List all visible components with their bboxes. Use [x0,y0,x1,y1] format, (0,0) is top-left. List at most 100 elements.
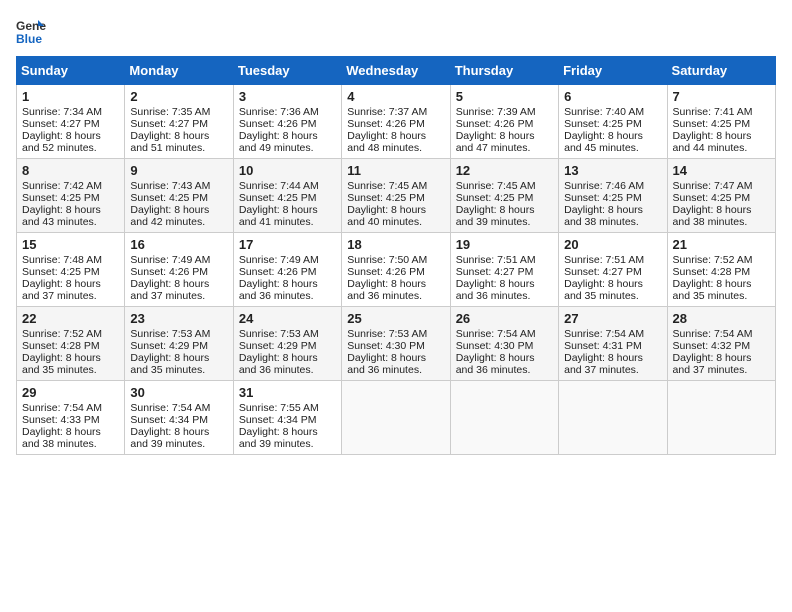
day-info-line: Daylight: 8 hours [22,204,119,216]
calendar-cell: 23Sunrise: 7:53 AMSunset: 4:29 PMDayligh… [125,307,233,381]
day-number: 26 [456,311,553,326]
day-info-line: Sunrise: 7:35 AM [130,106,227,118]
header-day-monday: Monday [125,57,233,85]
day-number: 23 [130,311,227,326]
day-number: 25 [347,311,444,326]
calendar-cell: 12Sunrise: 7:45 AMSunset: 4:25 PMDayligh… [450,159,558,233]
calendar-cell: 2Sunrise: 7:35 AMSunset: 4:27 PMDaylight… [125,85,233,159]
day-info-line: Sunset: 4:26 PM [347,118,444,130]
calendar-table: SundayMondayTuesdayWednesdayThursdayFrid… [16,56,776,455]
day-info-line: Sunrise: 7:49 AM [130,254,227,266]
day-number: 24 [239,311,336,326]
day-info-line: Daylight: 8 hours [130,426,227,438]
day-info-line: Sunrise: 7:46 AM [564,180,661,192]
day-info-line: Daylight: 8 hours [22,130,119,142]
day-info-line: Sunrise: 7:54 AM [22,402,119,414]
day-info-line: Sunset: 4:27 PM [22,118,119,130]
header-day-saturday: Saturday [667,57,775,85]
day-info-line: and 35 minutes. [673,290,770,302]
day-info-line: Sunset: 4:25 PM [673,118,770,130]
day-info-line: and 35 minutes. [130,364,227,376]
day-number: 1 [22,89,119,104]
day-info-line: Sunrise: 7:54 AM [456,328,553,340]
svg-text:Blue: Blue [16,32,42,46]
calendar-cell: 25Sunrise: 7:53 AMSunset: 4:30 PMDayligh… [342,307,450,381]
day-info-line: Sunset: 4:26 PM [239,118,336,130]
calendar-cell: 29Sunrise: 7:54 AMSunset: 4:33 PMDayligh… [17,381,125,455]
day-info-line: Sunrise: 7:51 AM [456,254,553,266]
day-info-line: and 37 minutes. [22,290,119,302]
day-info-line: Sunset: 4:25 PM [22,192,119,204]
day-info-line: and 45 minutes. [564,142,661,154]
day-info-line: Daylight: 8 hours [239,352,336,364]
calendar-cell: 19Sunrise: 7:51 AMSunset: 4:27 PMDayligh… [450,233,558,307]
calendar-cell: 24Sunrise: 7:53 AMSunset: 4:29 PMDayligh… [233,307,341,381]
day-info-line: and 40 minutes. [347,216,444,228]
day-info-line: and 51 minutes. [130,142,227,154]
day-info-line: Daylight: 8 hours [347,204,444,216]
header-day-wednesday: Wednesday [342,57,450,85]
day-info-line: Sunset: 4:26 PM [130,266,227,278]
day-info-line: and 37 minutes. [130,290,227,302]
day-info-line: Daylight: 8 hours [456,278,553,290]
calendar-cell: 18Sunrise: 7:50 AMSunset: 4:26 PMDayligh… [342,233,450,307]
day-header-row: SundayMondayTuesdayWednesdayThursdayFrid… [17,57,776,85]
day-info-line: Sunset: 4:26 PM [456,118,553,130]
day-info-line: Sunrise: 7:45 AM [456,180,553,192]
calendar-cell [667,381,775,455]
calendar-week-5: 29Sunrise: 7:54 AMSunset: 4:33 PMDayligh… [17,381,776,455]
day-info-line: Daylight: 8 hours [673,278,770,290]
day-number: 3 [239,89,336,104]
day-info-line: Sunrise: 7:50 AM [347,254,444,266]
day-number: 13 [564,163,661,178]
day-info-line: and 38 minutes. [22,438,119,450]
day-info-line: Sunset: 4:25 PM [456,192,553,204]
header: General Blue [16,16,776,46]
day-info-line: Sunrise: 7:53 AM [239,328,336,340]
calendar-week-2: 8Sunrise: 7:42 AMSunset: 4:25 PMDaylight… [17,159,776,233]
day-number: 15 [22,237,119,252]
day-info-line: and 35 minutes. [22,364,119,376]
day-info-line: Sunset: 4:25 PM [239,192,336,204]
day-number: 9 [130,163,227,178]
day-info-line: Daylight: 8 hours [22,426,119,438]
logo-icon: General Blue [16,16,46,46]
day-info-line: Daylight: 8 hours [130,130,227,142]
day-info-line: Daylight: 8 hours [239,278,336,290]
day-info-line: Sunrise: 7:54 AM [673,328,770,340]
day-info-line: and 39 minutes. [456,216,553,228]
day-info-line: Daylight: 8 hours [22,352,119,364]
day-info-line: Daylight: 8 hours [456,130,553,142]
day-info-line: and 36 minutes. [239,290,336,302]
day-info-line: Sunset: 4:25 PM [673,192,770,204]
day-info-line: Sunset: 4:26 PM [347,266,444,278]
day-info-line: and 48 minutes. [347,142,444,154]
day-info-line: and 41 minutes. [239,216,336,228]
day-info-line: Sunrise: 7:44 AM [239,180,336,192]
day-info-line: and 43 minutes. [22,216,119,228]
calendar-cell: 7Sunrise: 7:41 AMSunset: 4:25 PMDaylight… [667,85,775,159]
calendar-cell: 5Sunrise: 7:39 AMSunset: 4:26 PMDaylight… [450,85,558,159]
day-number: 22 [22,311,119,326]
calendar-cell: 10Sunrise: 7:44 AMSunset: 4:25 PMDayligh… [233,159,341,233]
day-info-line: Daylight: 8 hours [130,352,227,364]
day-number: 17 [239,237,336,252]
header-day-sunday: Sunday [17,57,125,85]
calendar-cell: 11Sunrise: 7:45 AMSunset: 4:25 PMDayligh… [342,159,450,233]
header-day-thursday: Thursday [450,57,558,85]
day-info-line: and 47 minutes. [456,142,553,154]
day-info-line: Sunset: 4:31 PM [564,340,661,352]
day-number: 6 [564,89,661,104]
day-number: 14 [673,163,770,178]
day-info-line: and 39 minutes. [239,438,336,450]
calendar-cell: 15Sunrise: 7:48 AMSunset: 4:25 PMDayligh… [17,233,125,307]
day-info-line: Sunset: 4:34 PM [130,414,227,426]
day-info-line: and 44 minutes. [673,142,770,154]
day-number: 7 [673,89,770,104]
calendar-cell: 6Sunrise: 7:40 AMSunset: 4:25 PMDaylight… [559,85,667,159]
calendar-cell: 31Sunrise: 7:55 AMSunset: 4:34 PMDayligh… [233,381,341,455]
day-number: 2 [130,89,227,104]
calendar-cell: 1Sunrise: 7:34 AMSunset: 4:27 PMDaylight… [17,85,125,159]
calendar-week-1: 1Sunrise: 7:34 AMSunset: 4:27 PMDaylight… [17,85,776,159]
calendar-cell: 17Sunrise: 7:49 AMSunset: 4:26 PMDayligh… [233,233,341,307]
